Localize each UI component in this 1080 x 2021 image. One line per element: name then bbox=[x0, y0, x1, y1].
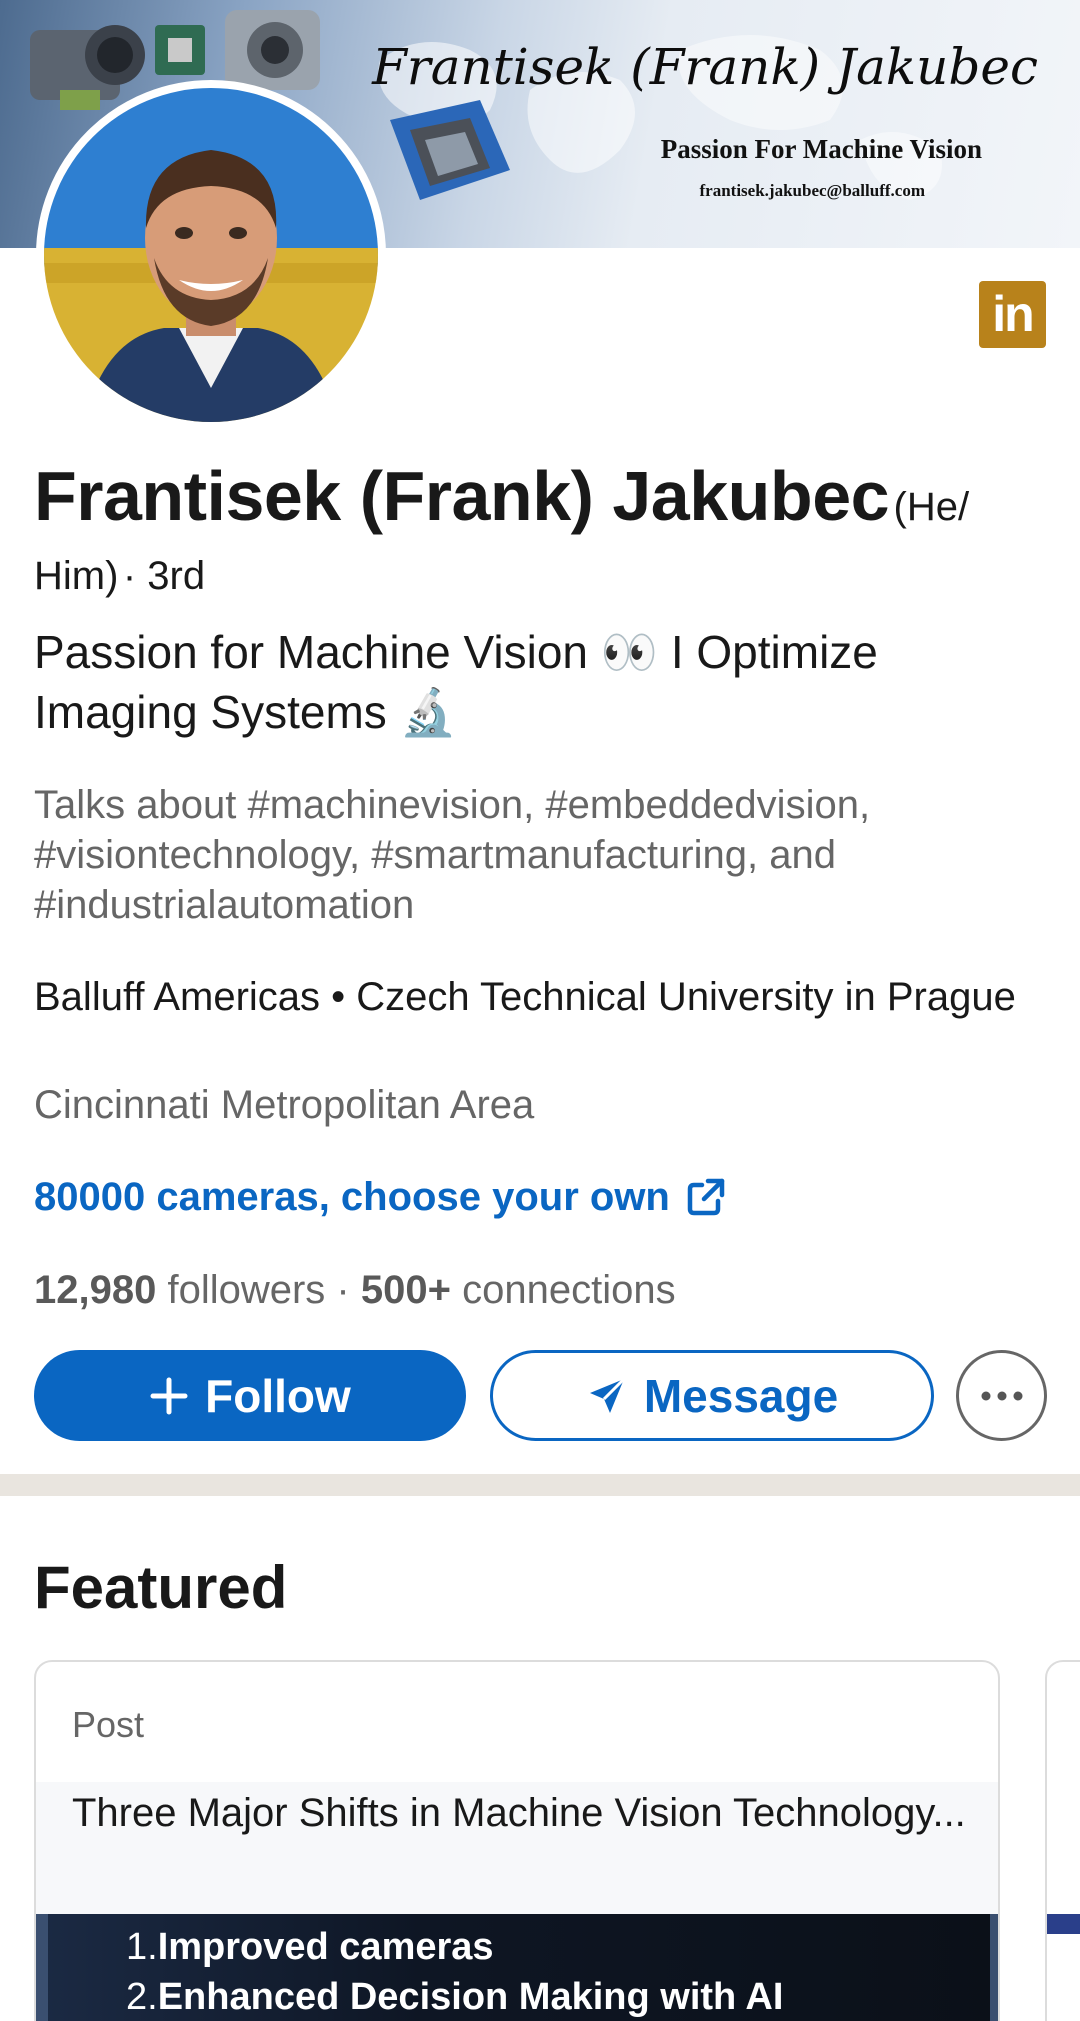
next-card-image bbox=[1047, 1914, 1080, 1934]
image-list: 1.Improved cameras 2.Enhanced Decision M… bbox=[126, 1922, 783, 2021]
featured-post-card[interactable]: Post Three Major Shifts in Machine Visio… bbox=[34, 1660, 1000, 2021]
list-text: Enhanced Decision Making with AI bbox=[157, 1976, 784, 2018]
list-text: Improved cameras bbox=[157, 1926, 494, 1968]
featured-heading: Featured bbox=[34, 1554, 288, 1621]
followers-label: followers · bbox=[167, 1268, 350, 1312]
card-type-label: Post bbox=[72, 1704, 145, 1745]
message-button[interactable]: Message bbox=[490, 1350, 934, 1441]
profile-name: Frantisek (Frank) Jakubec bbox=[34, 457, 890, 535]
follow-label: Follow bbox=[205, 1369, 351, 1422]
connections-count: 500+ bbox=[360, 1268, 451, 1312]
website-link[interactable]: 80000 cameras, choose your own bbox=[34, 1172, 726, 1222]
image-edge-left bbox=[36, 1914, 48, 2021]
profile-name-line: Frantisek (Frank) Jakubec (He/ Him) · 3r… bbox=[34, 461, 1044, 615]
company-education[interactable]: Balluff Americas • Czech Technical Unive… bbox=[34, 972, 1034, 1022]
card-text: Three Major Shifts in Machine Vision Tec… bbox=[36, 1782, 998, 1914]
banner-email: frantisek.jakubec@balluff.com bbox=[699, 181, 925, 200]
image-list-item: 2.Enhanced Decision Making with AI bbox=[126, 1972, 783, 2021]
profile-photo bbox=[44, 88, 378, 422]
external-link-icon bbox=[687, 1178, 725, 1216]
profile-avatar[interactable] bbox=[36, 80, 386, 430]
list-number: 2. bbox=[126, 1976, 158, 2018]
list-number: 1. bbox=[126, 1926, 158, 1968]
camera-image bbox=[390, 100, 510, 200]
card-image: 1.Improved cameras 2.Enhanced Decision M… bbox=[36, 1914, 998, 2021]
more-options-button[interactable] bbox=[956, 1350, 1047, 1441]
followers-count: 12,980 bbox=[34, 1268, 157, 1312]
website-link-label: 80000 cameras, choose your own bbox=[34, 1175, 670, 1219]
ellipsis-icon bbox=[981, 1391, 1022, 1400]
talks-about: Talks about #machinevision, #embeddedvis… bbox=[34, 783, 871, 927]
sensor-board-image bbox=[155, 25, 205, 75]
section-divider bbox=[0, 1474, 1080, 1496]
image-edge-right bbox=[990, 1914, 998, 2021]
connections-label: connections bbox=[462, 1268, 676, 1312]
image-list-item: 1.Improved cameras bbox=[126, 1922, 783, 1972]
connection-degree: · 3rd bbox=[122, 554, 206, 598]
follow-button[interactable]: Follow bbox=[34, 1350, 466, 1441]
profile-location: Cincinnati Metropolitan Area bbox=[34, 1083, 535, 1127]
plus-icon bbox=[150, 1377, 188, 1414]
linkedin-icon: in bbox=[979, 281, 1046, 348]
banner-name-text: Frantisek (Frank) Jakubec bbox=[372, 38, 1038, 96]
message-label: Message bbox=[643, 1369, 839, 1422]
banner-tagline: Passion For Machine Vision bbox=[660, 134, 982, 164]
featured-next-card[interactable] bbox=[1045, 1660, 1080, 2021]
network-stats[interactable]: 12,980 followers · 500+ connections bbox=[34, 1265, 676, 1315]
send-icon bbox=[589, 1377, 625, 1413]
profile-headline: Passion for Machine Vision 👀 I Optimize … bbox=[34, 626, 878, 738]
